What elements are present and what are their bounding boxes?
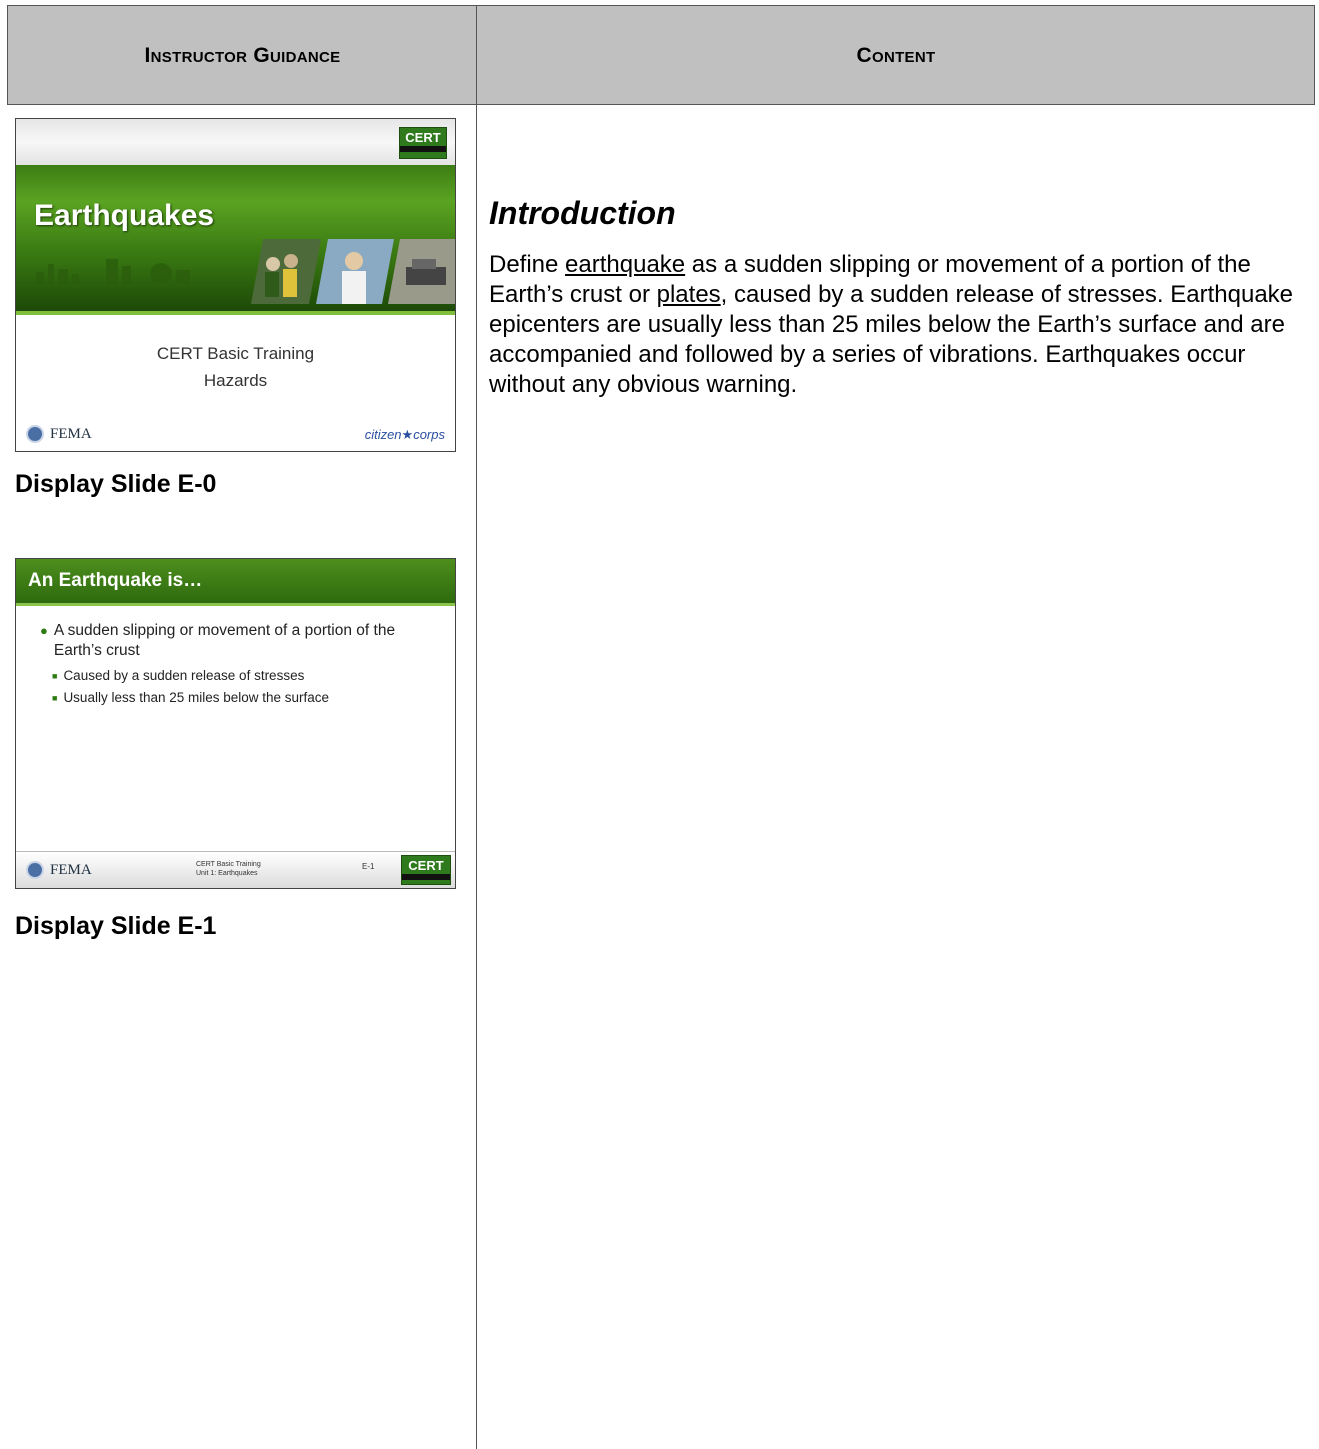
list-item: ■ Caused by a sudden release of stresses <box>52 665 440 687</box>
slide-caption-e0: Display Slide E-0 <box>15 470 217 498</box>
section-heading: Introduction <box>489 195 676 231</box>
responder-photo <box>316 239 394 304</box>
header-instructor-guidance: Instructor Guidance <box>144 44 341 67</box>
star-icon: ★ <box>401 427 414 442</box>
cert-logo: CERT <box>401 855 451 885</box>
slide-number: E-1 <box>362 862 375 871</box>
fema-logo: FEMA <box>26 425 92 443</box>
list-item: ● A sudden slipping or movement of a por… <box>40 622 396 659</box>
definition-paragraph: Define earthquake as a sudden slipping o… <box>489 251 1294 398</box>
slide-subtitle-line2: Hazards <box>203 371 268 390</box>
damaged-car-photo <box>388 239 455 304</box>
footer-course-text: CERT Basic Training Unit 1: Earthquakes <box>196 861 261 877</box>
slide-title: Earthquakes <box>34 199 215 232</box>
header-content: Content <box>856 44 936 67</box>
table-header-row: Instructor Guidance Content <box>7 5 1315 105</box>
slide-thumbnail-e1: An Earthquake is… ● A sudden slipping or… <box>15 558 456 889</box>
slide-thumbnail-e0: CERT Earthquakes CERT Basic Training Haz… <box>15 118 456 452</box>
fema-logo: FEMA <box>26 861 92 879</box>
dhs-seal-icon <box>26 425 44 443</box>
term-plates: plates <box>656 281 721 308</box>
cert-logo: CERT <box>399 127 447 159</box>
dhs-seal-icon <box>26 861 44 879</box>
slide-footer: FEMA CERT Basic Training Unit 1: Earthqu… <box>16 851 455 888</box>
square-bullet-icon: ■ <box>52 671 58 681</box>
list-item: ■ Usually less than 25 miles below the s… <box>52 687 440 709</box>
slide-caption-e1: Display Slide E-1 <box>15 912 217 940</box>
slide-title: An Earthquake is… <box>28 570 203 591</box>
citizen-corps-logo: citizen★corps <box>364 427 445 442</box>
slide-bullet-list: ● A sudden slipping or movement of a por… <box>40 621 440 709</box>
bullet-icon: ● <box>40 623 48 638</box>
slide-subtitle-line1: CERT Basic Training <box>156 344 315 363</box>
skyline-graphic <box>36 259 190 284</box>
square-bullet-icon: ■ <box>52 693 58 703</box>
column-divider <box>476 5 477 1449</box>
term-earthquake: earthquake <box>565 251 686 278</box>
rescue-team-photo <box>251 239 321 304</box>
